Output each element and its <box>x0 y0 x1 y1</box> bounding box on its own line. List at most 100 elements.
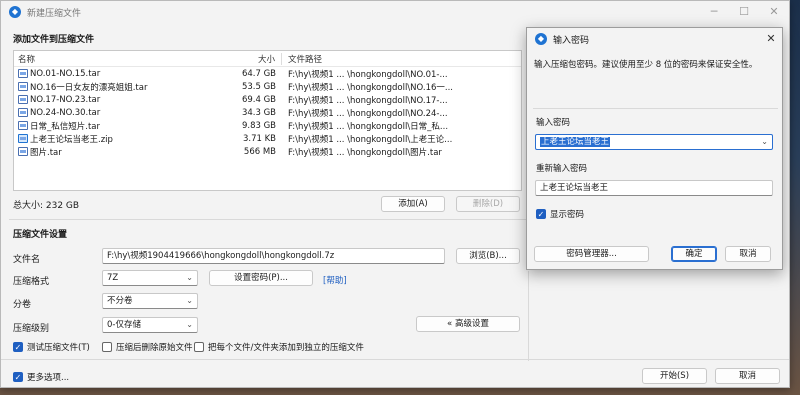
dialog-title-bar: ◆ 输入密码 ✕ <box>527 28 782 50</box>
delete-after-checkbox[interactable]: 压缩后删除原始文件 <box>102 341 193 353</box>
split-select[interactable]: 不分卷 ⌄ <box>102 293 198 309</box>
reenter-password-input[interactable]: 上老王论坛当老王 <box>535 180 773 196</box>
password-manager-button[interactable]: 密码管理器... <box>534 246 649 262</box>
delete-after-label: 压缩后删除原始文件 <box>116 343 193 353</box>
dialog-description: 输入压缩包密码。建议使用至少 8 位的密码来保证安全性。 <box>534 60 758 70</box>
show-password-checkbox[interactable]: ✓ 显示密码 <box>536 208 584 220</box>
checkmark-icon: ✓ <box>13 372 23 382</box>
archive-file-icon <box>18 108 28 117</box>
chevron-down-icon: ⌄ <box>186 320 193 329</box>
chevron-down-icon: ⌄ <box>186 273 193 282</box>
reenter-password-label: 重新输入密码 <box>536 164 588 174</box>
more-options-checkbox[interactable]: ✓ 更多选项... <box>13 371 69 383</box>
file-name: NO.01-NO.15.tar <box>30 68 101 79</box>
column-header-name[interactable]: 名称 <box>14 53 222 65</box>
filename-input[interactable]: F:\hy\视频1904419666\hongkongdoll\hongkong… <box>102 248 445 264</box>
archive-file-icon <box>18 147 28 156</box>
format-label: 压缩格式 <box>13 277 50 287</box>
window-title: 新建压缩文件 <box>27 8 82 19</box>
column-header-size[interactable]: 大小 <box>222 52 282 65</box>
password-input[interactable]: 上老王论坛当老王 ⌄ <box>535 134 773 150</box>
advanced-settings-button[interactable]: « 高级设置 <box>416 316 520 332</box>
list-item[interactable]: 上老王论坛当老王.zip 3.71 KB F:\hy\视频1 ... \hong… <box>14 132 521 145</box>
more-options-label: 更多选项... <box>27 373 70 383</box>
file-path: F:\hy\视频1 ... \hongkongdoll\NO.01-... <box>288 69 448 80</box>
archive-file-icon <box>18 82 28 91</box>
column-header-path[interactable]: 文件路径 <box>282 53 521 65</box>
help-link[interactable]: [帮助] <box>323 274 347 286</box>
list-item[interactable]: NO.01-NO.15.tar 64.7 GB F:\hy\视频1 ... \h… <box>14 67 521 80</box>
file-name: 日常_私信短片.tar <box>30 121 100 132</box>
format-select[interactable]: 7Z ⌄ <box>102 270 198 286</box>
checkmark-icon: ✓ <box>13 342 23 352</box>
dialog-cancel-button[interactable]: 取消 <box>725 246 771 262</box>
format-value: 7Z <box>107 273 119 283</box>
chevron-down-icon: ⌄ <box>186 296 193 305</box>
password-dialog: ◆ 输入密码 ✕ 输入压缩包密码。建议使用至少 8 位的密码来保证安全性。 输入… <box>526 27 783 270</box>
password-value: 上老王论坛当老王 <box>540 137 611 147</box>
file-size: 53.5 GB <box>241 81 276 92</box>
level-select[interactable]: 0-仅存储 ⌄ <box>102 317 198 333</box>
set-password-button[interactable]: 设置密码(P)... <box>209 270 313 286</box>
section-divider <box>9 219 529 220</box>
file-size: 64.7 GB <box>241 68 276 79</box>
file-path: F:\hy\视频1 ... \hongkongdoll\上老王论... <box>288 134 453 145</box>
browse-button[interactable]: 浏览(B)... <box>456 248 520 264</box>
total-size: 总大小: 232 GB <box>13 201 80 211</box>
file-path: F:\hy\视频1 ... \hongkongdoll\NO.24-... <box>288 108 448 119</box>
file-size: 3.71 KB <box>242 133 276 144</box>
list-item[interactable]: NO.24-NO.30.tar 34.3 GB F:\hy\视频1 ... \h… <box>14 106 521 119</box>
list-item[interactable]: 日常_私信短片.tar 9.83 GB F:\hy\视频1 ... \hongk… <box>14 119 521 132</box>
file-path: F:\hy\视频1 ... \hongkongdoll\NO.16一... <box>288 82 454 93</box>
file-name: NO.17-NO.23.tar <box>30 94 101 105</box>
file-name: 图片.tar <box>30 147 62 158</box>
split-label: 分卷 <box>13 300 32 310</box>
test-archive-checkbox[interactable]: ✓ 测试压缩文件(T) <box>13 341 90 353</box>
zip-file-icon <box>18 134 28 143</box>
level-value: 0-仅存储 <box>107 320 141 330</box>
file-path: F:\hy\视频1 ... \hongkongdoll\NO.17-... <box>288 95 448 106</box>
app-logo-icon: ◆ <box>9 6 21 18</box>
list-item[interactable]: NO.17-NO.23.tar 69.4 GB F:\hy\视频1 ... \h… <box>14 93 521 106</box>
dialog-close-button[interactable]: ✕ <box>760 28 782 50</box>
test-archive-label: 测试压缩文件(T) <box>27 343 90 353</box>
start-button[interactable]: 开始(S) <box>642 368 707 384</box>
files-section-title: 添加文件到压缩文件 <box>13 35 95 45</box>
chevron-down-icon: ⌄ <box>761 137 768 146</box>
app-logo-icon: ◆ <box>535 33 547 45</box>
file-size: 69.4 GB <box>241 94 276 105</box>
separate-archives-label: 把每个文件/文件夹添加到独立的压缩文件 <box>208 343 364 353</box>
dialog-divider <box>533 108 778 109</box>
file-size: 566 MB <box>243 146 276 157</box>
cancel-button[interactable]: 取消 <box>715 368 780 384</box>
close-button[interactable]: ✕ <box>759 1 789 23</box>
archive-file-icon <box>18 69 28 78</box>
filename-label: 文件名 <box>13 255 41 265</box>
panel-divider <box>528 271 529 361</box>
archive-file-icon <box>18 121 28 130</box>
add-button[interactable]: 添加(A) <box>381 196 445 212</box>
maximize-button[interactable]: ☐ <box>729 1 759 23</box>
file-list[interactable]: 名称 大小 文件路径 NO.01-NO.15.tar 64.7 GB F:\hy… <box>13 50 522 191</box>
footer-divider <box>1 359 789 360</box>
file-path: F:\hy\视频1 ... \hongkongdoll\图片.tar <box>288 147 442 158</box>
list-item[interactable]: 图片.tar 566 MB F:\hy\视频1 ... \hongkongdol… <box>14 145 521 158</box>
archive-file-icon <box>18 95 28 104</box>
delete-button[interactable]: 删除(D) <box>456 196 520 212</box>
ok-button[interactable]: 确定 <box>671 246 717 262</box>
file-size: 9.83 GB <box>241 120 276 131</box>
show-password-label: 显示密码 <box>550 210 585 220</box>
list-item[interactable]: NO.16一日女友的漂亮姐姐.tar 53.5 GB F:\hy\视频1 ...… <box>14 80 521 93</box>
minimize-button[interactable]: ─ <box>699 1 729 23</box>
checkbox-icon <box>194 342 204 352</box>
title-bar: ◆ 新建压缩文件 ─ ☐ ✕ <box>1 1 789 23</box>
separate-archives-checkbox[interactable]: 把每个文件/文件夹添加到独立的压缩文件 <box>194 341 364 353</box>
split-value: 不分卷 <box>107 296 133 306</box>
file-path: F:\hy\视频1 ... \hongkongdoll\日常_私... <box>288 121 449 132</box>
file-size: 34.3 GB <box>241 107 276 118</box>
file-name: NO.24-NO.30.tar <box>30 107 101 118</box>
dialog-title: 输入密码 <box>553 35 590 46</box>
file-name: 上老王论坛当老王.zip <box>30 134 113 145</box>
enter-password-label: 输入密码 <box>536 118 571 128</box>
file-name: NO.16一日女友的漂亮姐姐.tar <box>30 82 148 93</box>
